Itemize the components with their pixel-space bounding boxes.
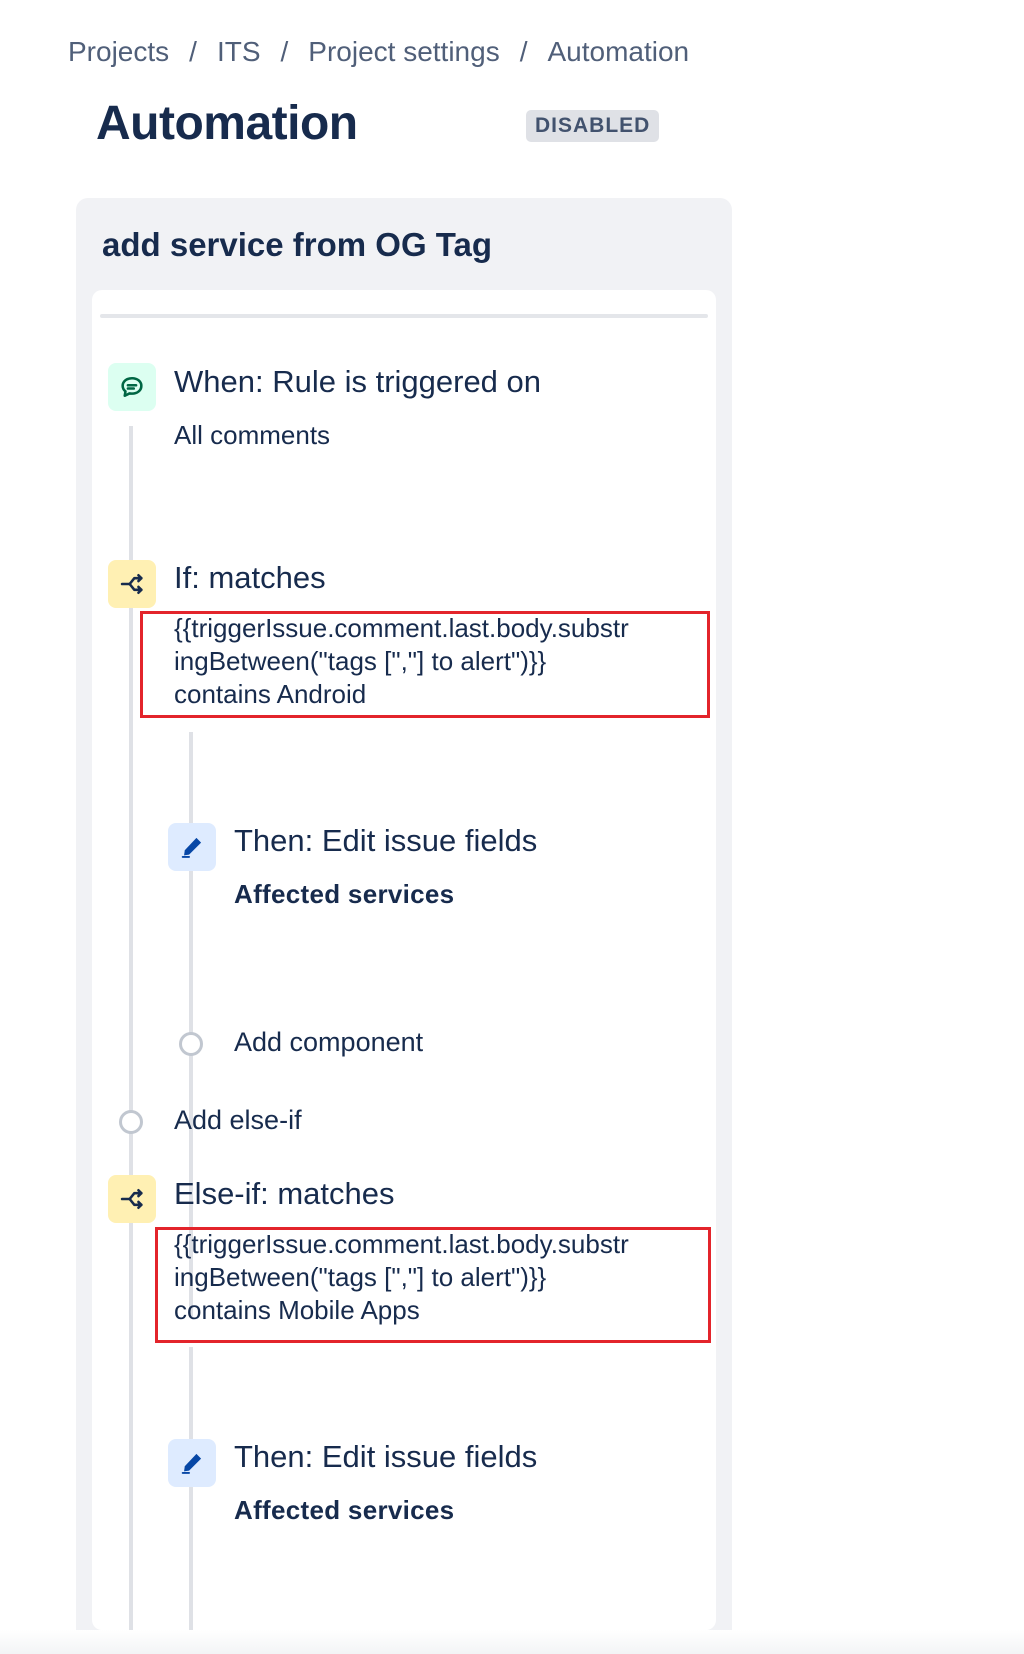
else-if-action-detail: Affected services — [234, 1495, 455, 1525]
if-action-title[interactable]: Then: Edit issue fields — [234, 823, 537, 859]
breadcrumb-automation[interactable]: Automation — [547, 36, 689, 68]
add-else-if-button[interactable]: Add else-if — [174, 1105, 302, 1136]
breadcrumb-its[interactable]: ITS — [217, 36, 261, 68]
trigger-title[interactable]: When: Rule is triggered on — [174, 364, 541, 400]
rule-name: add service from OG Tag — [102, 226, 493, 263]
if-condition-title[interactable]: If: matches — [174, 560, 326, 596]
breadcrumb-separator: / — [519, 36, 528, 67]
edit-pencil-icon — [168, 1439, 216, 1487]
edit-pencil-icon — [168, 823, 216, 871]
breadcrumb-projects[interactable]: Projects — [68, 36, 169, 68]
else-if-action-title[interactable]: Then: Edit issue fields — [234, 1439, 537, 1475]
rule-panel: add service from OG Tag When: Rule is tr… — [76, 198, 732, 1646]
add-else-if-dot[interactable] — [119, 1110, 143, 1134]
add-component-dot[interactable] — [179, 1032, 203, 1056]
if-action-detail: Affected services — [234, 879, 455, 909]
breadcrumb: Projects / ITS / Project settings / Auto… — [68, 36, 689, 68]
branch-icon — [108, 560, 156, 608]
trigger-detail: All comments — [174, 420, 331, 450]
breadcrumb-separator: / — [189, 36, 197, 67]
add-component-button[interactable]: Add component — [234, 1027, 423, 1058]
else-if-condition-title[interactable]: Else-if: matches — [174, 1176, 395, 1212]
comment-icon — [108, 363, 156, 411]
breadcrumb-separator: / — [280, 36, 289, 67]
else-if-condition-highlight — [155, 1227, 711, 1343]
breadcrumb-project-settings[interactable]: Project settings — [308, 36, 499, 68]
page-title: Automation — [96, 97, 358, 150]
if-condition-highlight — [140, 611, 710, 718]
else-if-branch-connector-line — [189, 1347, 193, 1630]
branch-icon — [108, 1175, 156, 1223]
rule-chain-card: When: Rule is triggered on All comments … — [92, 290, 716, 1630]
status-badge: DISABLED — [526, 110, 660, 142]
page-bottom-fade — [0, 1630, 1024, 1654]
card-divider — [100, 314, 708, 318]
